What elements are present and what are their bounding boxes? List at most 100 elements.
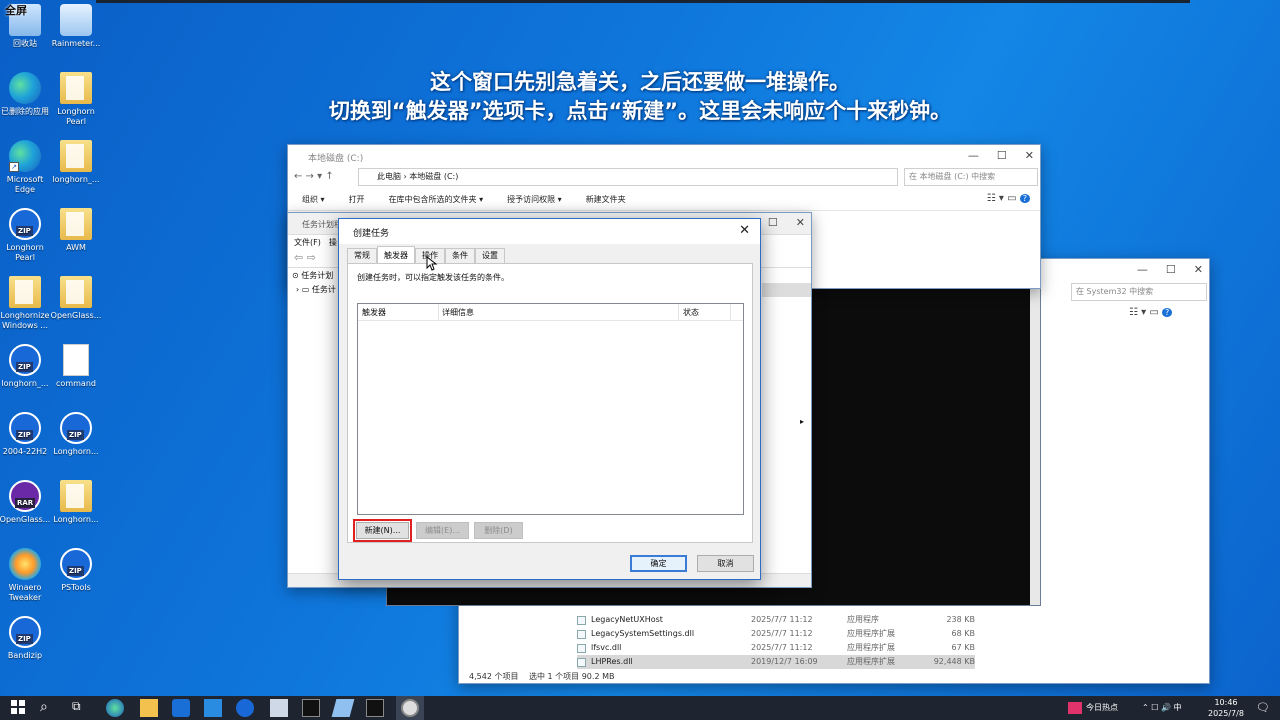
table-row[interactable]: LegacyNetUXHost 2025/7/7 11:12 应用程序 238 … xyxy=(577,613,975,627)
maximize-icon[interactable]: ☐ xyxy=(1166,263,1176,276)
breadcrumb-item[interactable]: 此电脑 xyxy=(377,172,401,181)
search-icon[interactable]: ⌕ xyxy=(40,699,58,717)
close-icon[interactable]: ✕ xyxy=(1025,149,1034,162)
dialog-titlebar[interactable]: 创建任务 ✕ xyxy=(339,219,760,244)
recycle-bin-icon[interactable]: 全屏 回收站 xyxy=(0,4,52,49)
edge-taskbar-icon[interactable] xyxy=(106,699,124,717)
column-divider xyxy=(730,304,731,321)
table-row-selected[interactable]: LHPRes.dll 2019/12/7 16:09 应用程序扩展 92,448… xyxy=(577,655,975,669)
include-in-library-button[interactable]: 在库中包含所选的文件夹 ▾ xyxy=(389,194,484,205)
triggers-panel: 创建任务时，可以指定触发该任务的条件。 触发器 详细信息 状态 新建(N)...… xyxy=(347,263,753,543)
address-bar[interactable]: 此电脑 › 本地磁盘 (C:) xyxy=(358,168,898,186)
menu-bar: 文件(F) 操 xyxy=(288,235,337,251)
winaero-tweaker-icon[interactable]: Winaero Tweaker xyxy=(0,548,52,603)
folder-graphic xyxy=(60,140,92,172)
breadcrumb-item[interactable]: 本地磁盘 (C:) xyxy=(409,172,458,181)
cancel-button[interactable]: 取消 xyxy=(697,555,754,572)
rainmeter-icon[interactable]: Rainmeter... xyxy=(49,4,103,49)
file-size: 92,448 KB xyxy=(933,657,975,666)
longhorn-pearl-zip-icon[interactable]: Longhorn Pearl xyxy=(0,208,52,263)
window-title: 本地磁盘 (C:) xyxy=(308,154,364,164)
terminal-icon[interactable] xyxy=(302,699,320,717)
console-taskbar-icon[interactable] xyxy=(366,699,384,717)
file-date: 2019/12/7 16:09 xyxy=(751,657,818,666)
column-trigger[interactable]: 触发器 xyxy=(362,307,386,318)
file-explorer-icon[interactable] xyxy=(140,699,158,717)
mail-icon[interactable] xyxy=(204,699,222,717)
tab-general[interactable]: 常规 xyxy=(347,248,377,264)
view-options-icon[interactable]: ☷ ▾ ▭ ? xyxy=(1129,307,1173,318)
notification-icon[interactable]: 🗨 xyxy=(1256,696,1270,720)
taskbar: ⌕ ⧉ 今日热点 ⌃ ☐ 🔊 中 10:46 2025/7/8 🗨 xyxy=(0,696,1280,720)
command-file-icon[interactable]: command xyxy=(49,344,103,389)
minimize-icon[interactable]: — xyxy=(1137,263,1148,276)
tab-conditions[interactable]: 条件 xyxy=(445,248,475,264)
bandizip-taskbar-icon[interactable] xyxy=(236,699,254,717)
openglass-rar-icon[interactable]: OpenGlass... xyxy=(0,480,52,525)
open-button[interactable]: 打开 xyxy=(349,194,365,205)
desktop-icon-label: Longhornize Windows ... xyxy=(0,311,50,330)
tab-settings[interactable]: 设置 xyxy=(475,248,505,264)
openglass-folder-icon[interactable]: OpenGlass... xyxy=(49,276,103,321)
top-strip xyxy=(96,0,1190,3)
tab-triggers[interactable]: 触发器 xyxy=(377,246,415,264)
clock[interactable]: 10:46 2025/7/8 xyxy=(1208,697,1244,719)
new-folder-button[interactable]: 新建文件夹 xyxy=(586,194,626,205)
console-scrollbar[interactable] xyxy=(1030,285,1040,605)
bandizip-graphic xyxy=(9,616,41,648)
organize-button[interactable]: 组织 ▾ xyxy=(302,194,325,205)
pstools-zip-icon[interactable]: PSTools xyxy=(49,548,103,593)
caption-line-2: 切换到“触发器”选项卡，点击“新建”。这里会未响应个十来秒钟。 xyxy=(328,99,952,123)
table-row[interactable]: LegacySystemSettings.dll 2025/7/7 11:12 … xyxy=(577,627,975,641)
tree-item-library[interactable]: › ▭ 任务计 xyxy=(296,284,336,295)
longhornize-folder-icon[interactable]: Longhornize Windows ... xyxy=(0,276,52,331)
longhorn-zip-icon[interactable]: longhorn_... xyxy=(0,344,52,389)
ime-indicator[interactable]: 中 xyxy=(1173,703,1181,712)
edge-icon[interactable]: ↗ Microsoft Edge xyxy=(0,140,52,195)
view-options-icon[interactable]: ☷ ▾ ▭ ? xyxy=(987,193,1030,204)
grant-access-button[interactable]: 授予访问权限 ▾ xyxy=(507,194,562,205)
tree-label: 任务计划 xyxy=(301,271,334,280)
tree-item-root[interactable]: ⊙ 任务计划 xyxy=(292,270,333,281)
maximize-icon[interactable]: ☐ xyxy=(768,216,778,229)
app-taskbar-icon[interactable] xyxy=(270,699,288,717)
create-task-dialog[interactable]: 创建任务 ✕ 常规 触发器 操作 条件 设置 创建任务时，可以指定触发该任务的条… xyxy=(338,218,761,580)
desktop-icon-label: PSTools xyxy=(61,583,91,592)
awm-folder-icon[interactable]: AWM xyxy=(49,208,103,253)
news-widget[interactable]: 今日热点 xyxy=(1068,696,1118,720)
bandizip-icon[interactable]: Bandizip xyxy=(0,616,52,661)
minimize-icon[interactable]: — xyxy=(968,149,979,162)
system32-search-input[interactable]: 在 System32 中搜索 xyxy=(1071,283,1207,301)
nav-arrows-icon[interactable]: ← → ▾ ↑ xyxy=(294,171,334,182)
2004-22h2-zip-icon[interactable]: 2004-22H2 xyxy=(0,412,52,457)
longhorn-zip2-icon[interactable]: Longhorn... xyxy=(49,412,103,457)
maximize-icon[interactable]: ☐ xyxy=(997,149,1007,162)
close-icon[interactable]: ✕ xyxy=(796,216,805,229)
close-icon[interactable]: ✕ xyxy=(739,223,750,238)
active-task-highlight[interactable] xyxy=(396,696,424,720)
edit-trigger-button[interactable]: 编辑(E)... xyxy=(416,522,469,539)
longhorn-folder2-icon[interactable]: Longhorn... xyxy=(49,480,103,525)
triggers-list[interactable]: 触发器 详细信息 状态 xyxy=(357,303,744,515)
desktop-icon-label: OpenGlass... xyxy=(50,311,102,320)
clock-date: 2025/7/8 xyxy=(1208,709,1244,718)
news-label: 今日热点 xyxy=(1086,703,1118,712)
longhorn-folder-icon[interactable]: longhorn_... xyxy=(49,140,103,185)
table-row[interactable]: lfsvc.dll 2025/7/7 11:12 应用程序扩展 67 KB xyxy=(577,641,975,655)
tray-icons[interactable]: ⌃ ☐ 🔊 中 xyxy=(1142,696,1181,720)
c-drive-search-input[interactable]: 在 本地磁盘 (C:) 中搜索 xyxy=(904,168,1038,186)
close-icon[interactable]: ✕ xyxy=(1194,263,1203,276)
notepad-icon[interactable] xyxy=(331,699,355,717)
folder-graphic xyxy=(9,276,41,308)
delete-trigger-button[interactable]: 删除(D) xyxy=(474,522,523,539)
ok-button[interactable]: 确定 xyxy=(630,555,687,572)
expand-arrow-icon[interactable]: ▸ xyxy=(800,417,804,426)
menu-file[interactable]: 文件(F) xyxy=(294,235,321,251)
start-icon[interactable] xyxy=(10,699,28,717)
nav-arrows-icon[interactable]: ⇦ ⇨ xyxy=(294,251,316,264)
column-details[interactable]: 详细信息 xyxy=(442,307,474,318)
task-view-icon[interactable]: ⧉ xyxy=(72,699,90,717)
column-status[interactable]: 状态 xyxy=(683,307,699,318)
store-icon[interactable] xyxy=(172,699,190,717)
menu-action[interactable]: 操 xyxy=(329,235,337,251)
